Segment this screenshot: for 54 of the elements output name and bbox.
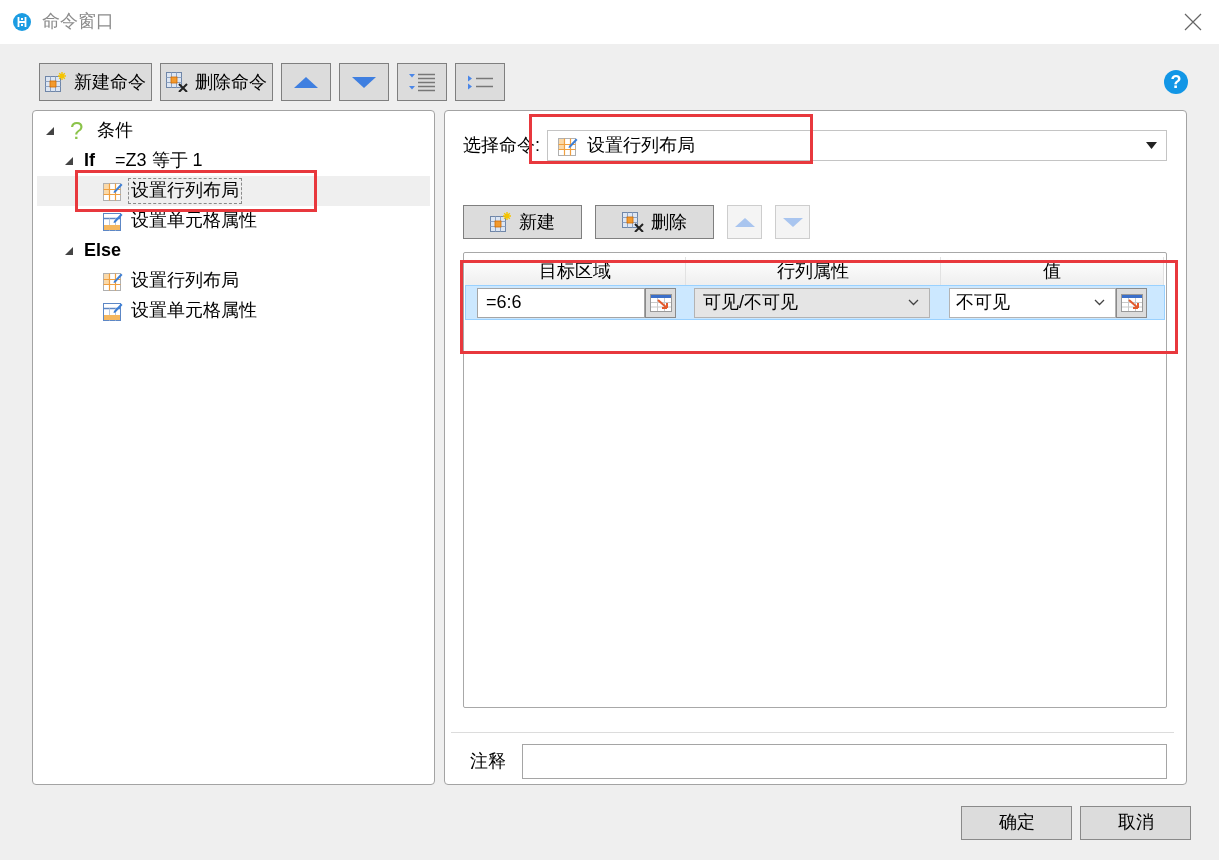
expander-icon[interactable] bbox=[46, 127, 54, 135]
property-dropdown[interactable]: 可见/不可见 bbox=[694, 287, 930, 318]
range-input[interactable]: =6:6 bbox=[477, 287, 645, 318]
expander-icon[interactable] bbox=[65, 157, 73, 165]
column-header: 值 bbox=[941, 257, 1164, 285]
range-picker-button[interactable] bbox=[645, 287, 676, 318]
table-x-icon bbox=[166, 72, 188, 92]
window-title: 命令窗口 bbox=[42, 11, 114, 33]
move-up-button[interactable] bbox=[281, 63, 331, 101]
close-icon[interactable] bbox=[1184, 13, 1202, 31]
table-x-icon bbox=[622, 212, 644, 232]
tree-item[interactable]: 设置行列布局 bbox=[37, 266, 430, 296]
confirm-button[interactable]: 确定 bbox=[961, 806, 1072, 840]
app-logo-icon bbox=[13, 13, 31, 31]
chevron-down-icon bbox=[908, 299, 919, 306]
indent-button[interactable] bbox=[397, 63, 447, 101]
tree-item[interactable]: 设置单元格属性 bbox=[37, 296, 430, 326]
tree-item[interactable]: Else bbox=[37, 236, 430, 266]
grid-pencil-icon bbox=[558, 135, 578, 156]
up-triangle-icon bbox=[734, 217, 755, 227]
note-label: 注释 bbox=[470, 750, 506, 773]
delete-command-button[interactable]: 删除命令 bbox=[160, 63, 273, 101]
tree-item[interactable]: 设置单元格属性 bbox=[37, 206, 430, 236]
table-row[interactable]: =6:6 可见/不可见 不可见 bbox=[465, 285, 1165, 320]
value-dropdown[interactable]: 不可见 bbox=[949, 287, 1116, 318]
column-header: 行列属性 bbox=[686, 257, 941, 285]
down-triangle-icon bbox=[352, 76, 376, 88]
tree-item[interactable]: 设置行列布局 bbox=[37, 176, 430, 206]
new-button[interactable]: 新建 bbox=[463, 205, 582, 239]
up-triangle-icon bbox=[294, 76, 318, 88]
note-input[interactable] bbox=[522, 744, 1167, 779]
table-star-icon bbox=[45, 72, 67, 92]
table-star-icon bbox=[490, 212, 512, 232]
expander-icon[interactable] bbox=[65, 247, 73, 255]
chevron-down-icon bbox=[1094, 299, 1105, 306]
question-mark-icon: ? bbox=[70, 119, 84, 143]
table-pencil-icon bbox=[103, 301, 123, 321]
move-down-button[interactable] bbox=[339, 63, 389, 101]
down-triangle-icon bbox=[782, 217, 803, 227]
command-dropdown[interactable]: 设置行列布局 bbox=[547, 130, 1167, 161]
column-header: 目标区域 bbox=[465, 257, 686, 285]
delete-button[interactable]: 删除 bbox=[595, 205, 714, 239]
bullet-list-icon bbox=[467, 73, 493, 91]
cancel-button[interactable]: 取消 bbox=[1080, 806, 1191, 840]
range-picker-button[interactable] bbox=[1116, 287, 1147, 318]
indent-list-icon bbox=[409, 72, 435, 92]
outdent-button[interactable] bbox=[455, 63, 505, 101]
tree-item[interactable]: If =Z3 等于 1 bbox=[37, 146, 430, 176]
table-pencil-icon bbox=[103, 211, 123, 231]
caret-down-icon bbox=[1146, 142, 1157, 149]
tree-item[interactable]: ? 条件 bbox=[37, 116, 430, 146]
grid-pencil-icon bbox=[103, 271, 123, 291]
new-command-button[interactable]: 新建命令 bbox=[39, 63, 152, 101]
grid-pencil-icon bbox=[103, 181, 123, 201]
